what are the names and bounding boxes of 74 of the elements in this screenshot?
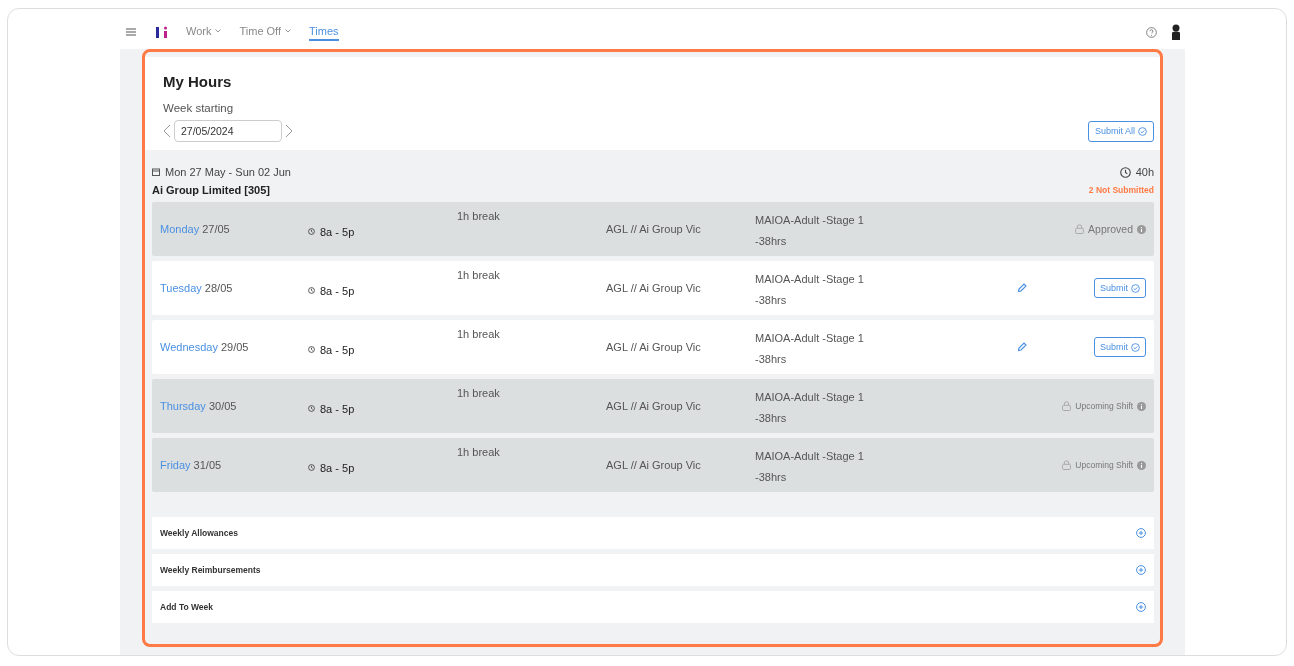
lock-icon [1062,401,1072,411]
previous-icon[interactable] [163,124,171,138]
status-label: Upcoming Shift [1075,401,1133,411]
menu-icon[interactable] [126,28,136,36]
clock-icon [308,405,315,412]
break-duration: 1h break [457,210,500,222]
status-label: Upcoming Shift [1075,460,1133,470]
week-range: Mon 27 May - Sun 02 Jun [165,166,291,178]
submit-all-button[interactable]: Submit All [1087,120,1154,142]
date-field[interactable]: 27/05/2024 [174,120,282,142]
check-circle-icon [1131,283,1140,293]
shift-time: 8a - 5p [320,284,355,297]
location: AGL // Ai Group Vic [606,282,701,294]
logo-icon[interactable] [156,26,168,38]
break-duration: 1h break [457,269,500,281]
award-classification: MAIOA-Adult -Stage 1 -38hrs [755,213,865,249]
calendar-icon [152,168,160,176]
section-title: Weekly Allowances [160,528,238,538]
nav-tab[interactable]: Time Off [239,23,292,41]
pencil-icon[interactable] [1017,342,1027,352]
clock-icon [1119,166,1131,178]
clock-icon [308,228,315,235]
day-date: Thursday 30/05 [160,400,237,412]
pencil-icon[interactable] [1017,283,1027,293]
next-icon[interactable] [285,124,293,138]
shift-time: 8a - 5p [320,225,355,238]
award-classification: MAIOA-Adult -Stage 1 -38hrs [755,272,865,308]
section-title: Add To Week [160,602,214,612]
lock-icon [1062,460,1072,470]
info-icon[interactable] [1137,401,1146,411]
total-hours: 40h [1135,166,1154,178]
add-icon[interactable] [1136,565,1146,575]
lock-icon [1075,224,1085,234]
break-duration: 1h break [457,328,500,340]
expandable-section[interactable]: Weekly Allowances [152,517,1154,549]
section-title: Weekly Reimbursements [160,565,261,575]
expandable-section[interactable]: Weekly Reimbursements [152,554,1154,586]
day-date: Monday 27/05 [160,223,230,235]
day-date: Tuesday 28/05 [160,282,233,294]
not-submitted-count: 2 Not Submitted [1088,185,1154,195]
user-avatar-icon[interactable] [1171,24,1181,40]
check-circle-icon [1138,126,1147,136]
add-icon[interactable] [1136,528,1146,538]
expandable-section[interactable]: Add To Week [152,591,1154,623]
location: AGL // Ai Group Vic [606,400,701,412]
shift-time: 8a - 5p [320,402,355,415]
break-duration: 1h break [457,446,500,458]
help-icon[interactable] [1146,26,1157,38]
location: AGL // Ai Group Vic [606,459,701,471]
shift-time: 8a - 5p [320,461,355,474]
submit-button[interactable]: Submit [1094,337,1146,357]
award-classification: MAIOA-Adult -Stage 1 -38hrs [755,331,865,367]
check-circle-icon [1131,342,1140,352]
break-duration: 1h break [457,387,500,399]
week-label: Week starting [163,102,235,114]
clock-icon [308,287,315,294]
day-date: Wednesday 29/05 [160,341,249,353]
status-label: Approved [1088,223,1133,235]
info-icon[interactable] [1137,460,1146,470]
nav-tab[interactable]: Work [186,23,222,41]
clock-icon [308,464,315,471]
info-icon[interactable] [1137,224,1146,234]
shift-time: 8a - 5p [320,343,355,356]
clock-icon [308,346,315,353]
day-date: Friday 31/05 [160,459,222,471]
page-title: My Hours [163,73,233,90]
submit-button[interactable]: Submit [1094,278,1146,298]
add-icon[interactable] [1136,602,1146,612]
location: AGL // Ai Group Vic [606,341,701,353]
nav-tab[interactable]: Times [309,23,339,41]
award-classification: MAIOA-Adult -Stage 1 -38hrs [755,449,865,485]
award-classification: MAIOA-Adult -Stage 1 -38hrs [755,390,865,426]
employer-name: Ai Group Limited [305] [152,184,270,196]
location: AGL // Ai Group Vic [606,223,701,235]
